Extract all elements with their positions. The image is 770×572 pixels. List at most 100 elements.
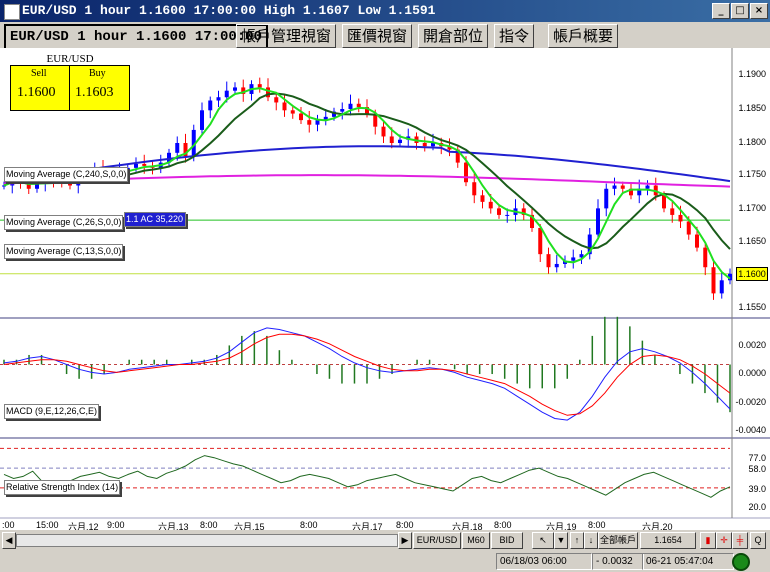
- time-axis-label: 8:00: [588, 520, 606, 530]
- candle-body: [719, 280, 724, 294]
- account-selector[interactable]: 全部帳戶: [598, 532, 638, 549]
- close-button[interactable]: ×: [750, 3, 768, 19]
- dropdown-arrow-icon[interactable]: ▼: [554, 532, 568, 549]
- status-datetime: 06/18/03 06:00: [496, 553, 592, 570]
- candle-body: [216, 97, 221, 101]
- bottom-toolbar: ◀ ▶ EUR/USD M60 BID ↖ ▼ ↑ ↓ 全部帳戶 1.1654 …: [0, 530, 770, 550]
- cursor-tool-icon[interactable]: ↖: [532, 532, 554, 549]
- price-axis-label: 1.1550: [738, 302, 766, 312]
- scroll-left-button[interactable]: ◀: [2, 532, 16, 549]
- candle-body: [480, 195, 485, 202]
- tab-account-summary[interactable]: 帳戶概要: [548, 24, 619, 48]
- macd-axis-label: 0.0000: [738, 368, 766, 378]
- candle-body: [662, 195, 666, 209]
- status-bar: 06/18/03 06:00 - 0.0032 06-21 05:47:04: [0, 550, 770, 572]
- candle-body: [620, 185, 625, 189]
- price-box-symbol: EUR/USD: [46, 53, 94, 65]
- candle-body: [678, 214, 683, 222]
- zoom-icon[interactable]: Q: [750, 532, 766, 549]
- candle-body: [200, 110, 204, 130]
- candle-body: [274, 97, 279, 103]
- candle-body: [546, 254, 551, 268]
- candle-body: [134, 163, 138, 168]
- candle-body: [422, 143, 427, 147]
- candle-body: [299, 113, 303, 121]
- candle-body: [389, 136, 394, 143]
- candle-body: [398, 139, 402, 143]
- minimize-button[interactable]: _: [712, 3, 730, 19]
- sell-label: Sell: [31, 68, 47, 79]
- period-selector[interactable]: M60: [462, 532, 490, 549]
- tab-bar: EUR/USD 1 hour 1.1600 17:00:00 帳戶管理視窗 匯價…: [0, 22, 770, 50]
- candle-body: [464, 162, 468, 183]
- symbol-selector[interactable]: EUR/USD: [413, 532, 461, 549]
- macd-axis-label: -0.0020: [735, 397, 766, 407]
- candle-body: [604, 188, 609, 209]
- sell-price[interactable]: 1.1600: [17, 85, 56, 101]
- tab-rates[interactable]: 匯價視窗: [342, 24, 413, 48]
- legend-macd[interactable]: MACD (9,E,12,26,C,E): [4, 404, 100, 419]
- candle-body: [711, 267, 716, 294]
- time-axis-label: 9:00: [107, 520, 125, 530]
- chart-canvas: [0, 48, 770, 519]
- status-clock: 06-21 05:47:04: [642, 553, 734, 570]
- buy-label: Buy: [89, 68, 106, 79]
- candle-body: [340, 109, 345, 112]
- legend-ma240[interactable]: Moving Average (C,240,S,0,0): [4, 167, 129, 182]
- candle-body: [257, 84, 262, 88]
- candle-body: [571, 257, 576, 261]
- crosshair-icon[interactable]: ✛: [716, 532, 732, 549]
- price-axis-label: 1.1700: [738, 203, 766, 213]
- rate-display[interactable]: 1.1654: [640, 532, 696, 549]
- time-axis-label: 15:00: [36, 520, 59, 530]
- candle-body: [142, 163, 147, 166]
- horizontal-scrollbar[interactable]: [16, 534, 398, 547]
- price-axis-label: 1.1850: [738, 103, 766, 113]
- price-axis-label: 1.1650: [738, 236, 766, 246]
- candle-body: [282, 102, 287, 111]
- candle-body: [307, 120, 312, 125]
- tab-chart-eurusd[interactable]: EUR/USD 1 hour 1.1600 17:00:00: [4, 24, 269, 50]
- chart-area[interactable]: EUR/USD Sell Buy 1.1600 1.1603 Moving Av…: [0, 48, 770, 532]
- price-box-divider: [69, 66, 70, 110]
- app-icon: [4, 4, 20, 20]
- rsi-axis-label: 39.0: [748, 484, 766, 494]
- maximize-button[interactable]: □: [731, 3, 749, 19]
- legend-ma13[interactable]: Moving Average (C,13,S,0,0): [4, 244, 124, 259]
- candle-body: [381, 126, 386, 137]
- candle-body: [224, 90, 229, 98]
- time-axis-label: 8:00: [200, 520, 218, 530]
- side-selector[interactable]: BID: [491, 532, 523, 549]
- tab-open-positions[interactable]: 開倉部位: [418, 24, 489, 48]
- status-change: - 0.0032: [592, 553, 644, 570]
- ma26-value-marker: 1.1 AC 35,220: [124, 212, 186, 227]
- scroll-right-button[interactable]: ▶: [398, 532, 412, 549]
- current-price-marker: 1.1600: [736, 267, 768, 281]
- down-arrow-icon[interactable]: ↓: [584, 532, 598, 549]
- rsi-axis-label: 58.0: [748, 464, 766, 474]
- macd-axis-label: 0.0020: [738, 340, 766, 350]
- legend-rsi[interactable]: Relative Strength Index (14): [4, 480, 121, 495]
- candle-body: [356, 103, 361, 108]
- candle-icon[interactable]: ▮: [700, 532, 716, 549]
- candle-body: [695, 234, 699, 248]
- candle-body: [554, 263, 559, 268]
- line-tool-icon[interactable]: ╪: [732, 532, 748, 549]
- rsi-axis-label: 77.0: [748, 453, 766, 463]
- tab-orders[interactable]: 指令: [494, 24, 535, 48]
- tab-account-management[interactable]: 帳戶管理視窗: [236, 24, 337, 48]
- up-arrow-icon[interactable]: ↑: [570, 532, 584, 549]
- legend-ma26[interactable]: Moving Average (C,26,S,0,0): [4, 215, 124, 230]
- price-box[interactable]: EUR/USD Sell Buy 1.1600 1.1603: [10, 53, 130, 111]
- candle-body: [538, 228, 543, 255]
- candle-body: [472, 182, 477, 196]
- candle-body: [505, 214, 510, 216]
- candle-body: [290, 110, 295, 114]
- time-axis-label: 8:00: [300, 520, 318, 530]
- candle-body: [348, 103, 353, 109]
- connection-status-icon: [732, 553, 750, 571]
- buy-price[interactable]: 1.1603: [75, 85, 114, 101]
- price-axis-label: 1.1750: [738, 169, 766, 179]
- candle-body: [208, 100, 213, 111]
- candle-body: [596, 208, 600, 235]
